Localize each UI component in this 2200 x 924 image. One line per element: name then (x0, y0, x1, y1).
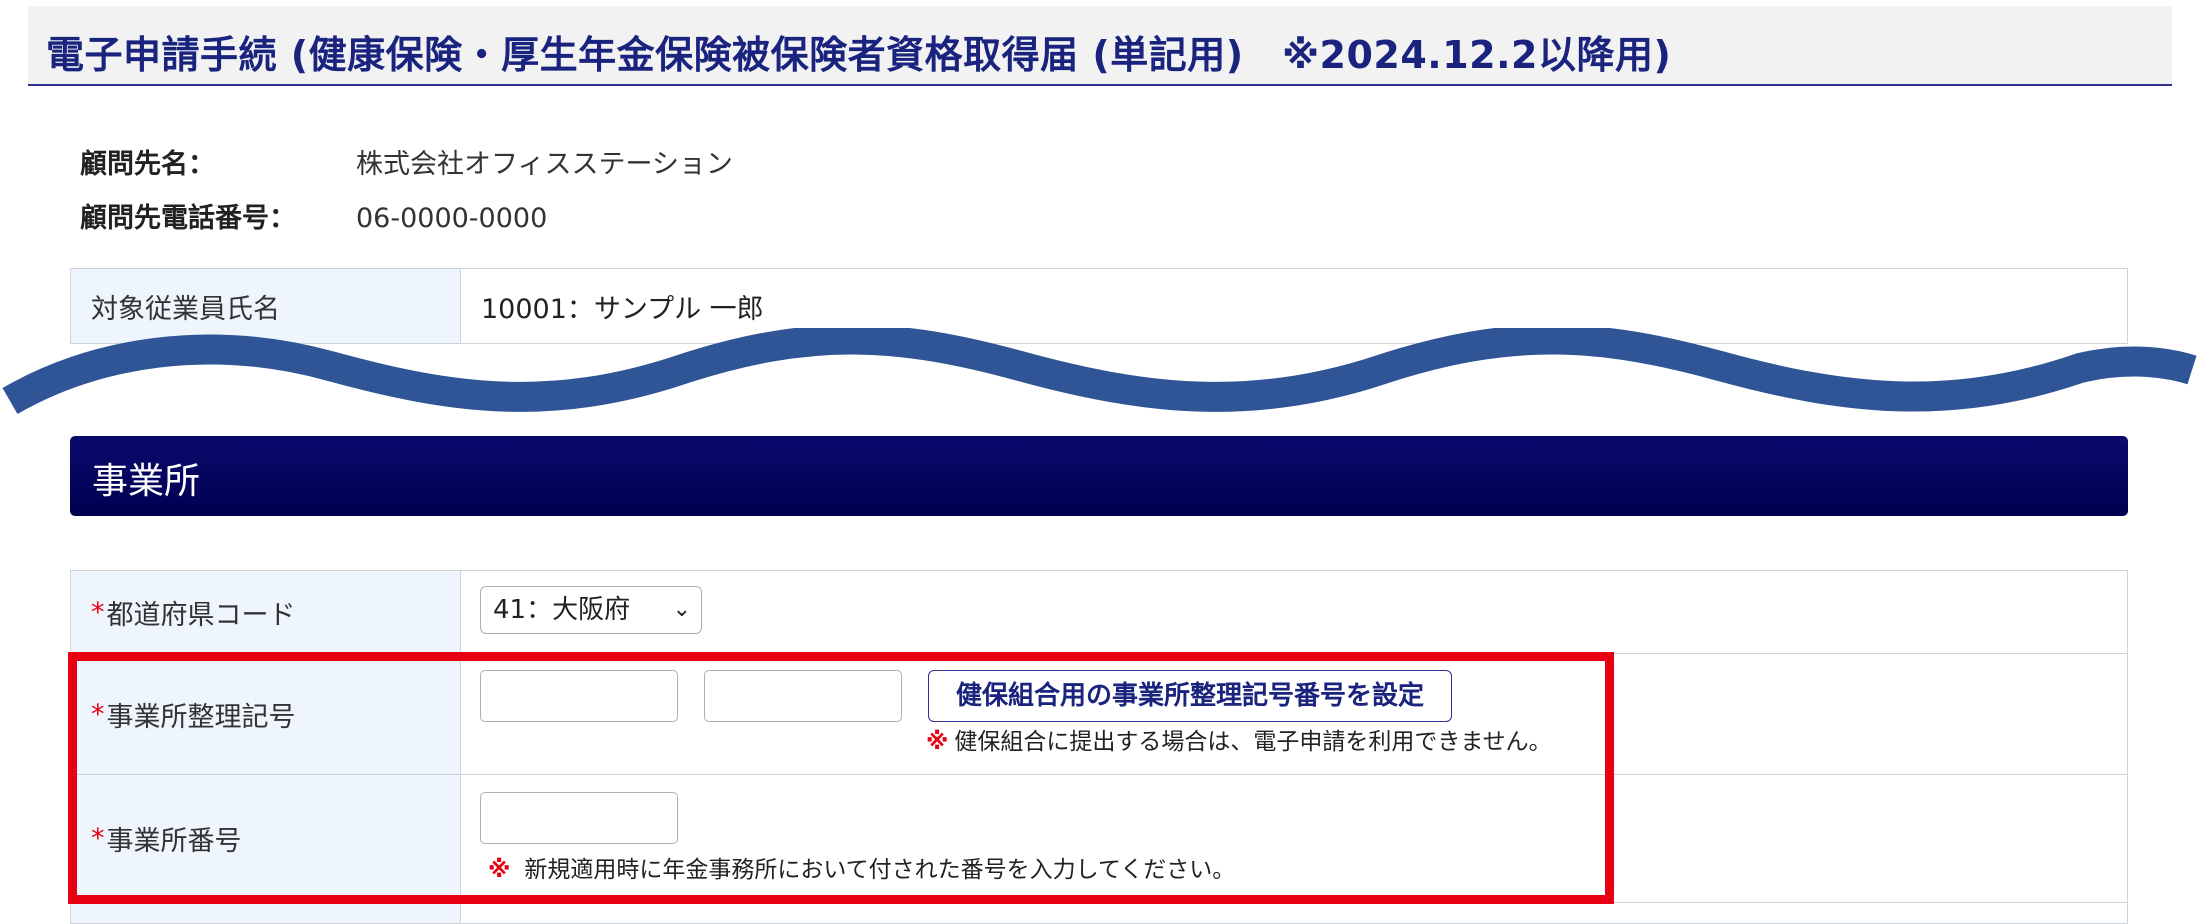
omission-wave (2, 328, 2197, 415)
prefecture-selected-value: 41：大阪府 (493, 595, 631, 625)
page-title-bar: 電子申請手続 (健康保険・厚生年金保険被保険者資格取得届 (単記用) ※2024… (28, 6, 2172, 86)
page-title: 電子申請手続 (健康保険・厚生年金保険被保険者資格取得届 (単記用) ※2024… (46, 33, 1672, 77)
client-name-row: 顧問先名： 株式会社オフィスステーション (80, 142, 733, 181)
client-name-value: 株式会社オフィスステーション (356, 149, 733, 180)
prefecture-value-cell (461, 571, 2127, 653)
set-kenpo-office-symbol-button[interactable]: 健保組合用の事業所整理記号番号を設定 (928, 670, 1452, 722)
office-number-note: ※ 新規適用時に年金事務所において付された番号を入力してください。 (488, 850, 1235, 884)
client-phone-value: 06-0000-0000 (356, 203, 548, 234)
office-number-label-text: 事業所番号 (106, 826, 242, 857)
section-title: 事業所 (92, 461, 201, 502)
office-symbol-label: * 事業所整理記号 (71, 654, 461, 774)
client-phone-label: 顧問先電話番号： (80, 203, 296, 234)
prefecture-label-text: 都道府県コード (106, 599, 296, 631)
required-mark: * (91, 823, 105, 854)
note-mark: ※ (926, 729, 949, 755)
required-mark: * (91, 698, 105, 730)
next-row-partial (71, 903, 2127, 923)
office-symbol-note-text: 健保組合に提出する場合は、電子申請を利用できません。 (954, 729, 1552, 755)
prefecture-row: * 都道府県コード (71, 571, 2127, 654)
prefecture-select[interactable]: 41：大阪府 ⌄ (480, 586, 702, 634)
client-phone-row: 顧問先電話番号： 06-0000-0000 (80, 196, 547, 235)
office-number-input[interactable] (480, 792, 678, 844)
office-number-note-text: 新規適用時に年金事務所において付された番号を入力してください。 (524, 857, 1236, 883)
note-mark: ※ (488, 857, 511, 883)
office-symbol-label-text: 事業所整理記号 (106, 701, 296, 733)
section-header-office: 事業所 (70, 436, 2128, 516)
client-name-label: 顧問先名： (80, 149, 215, 180)
chevron-down-icon: ⌄ (672, 597, 691, 622)
office-symbol-input-1[interactable] (480, 670, 678, 722)
next-row-value (461, 903, 2127, 923)
office-symbol-input-2[interactable] (704, 670, 902, 722)
prefecture-label: * 都道府県コード (71, 571, 461, 653)
required-mark: * (91, 596, 105, 628)
office-symbol-note: ※ 健保組合に提出する場合は、電子申請を利用できません。 (926, 722, 1552, 756)
office-number-label: * 事業所番号 (71, 775, 461, 902)
next-row-label (71, 903, 461, 923)
employee-value: 10001：サンプル 一郎 (481, 294, 764, 325)
